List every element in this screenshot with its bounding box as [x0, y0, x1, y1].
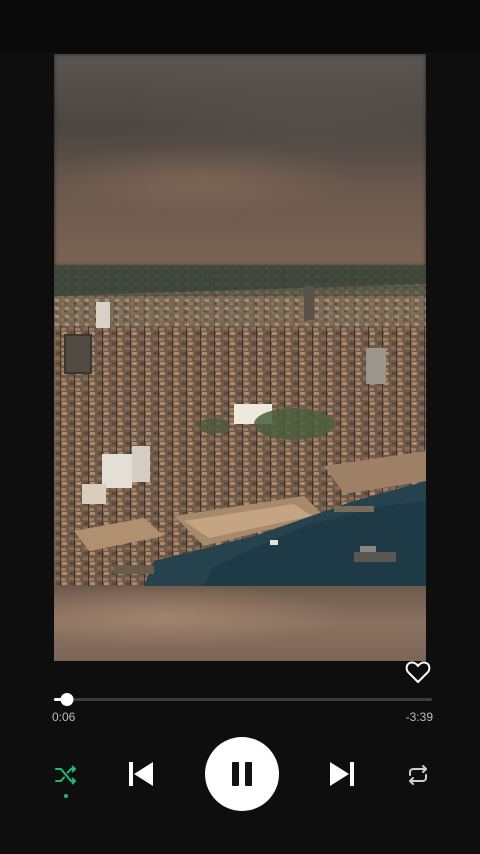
shuffle-icon[interactable] [52, 761, 80, 789]
progress-thumb[interactable] [60, 693, 74, 706]
progress-bar[interactable] [54, 693, 432, 706]
elapsed-time: 0:06 [52, 710, 76, 724]
player-screen: 0:06 -3:39 [0, 0, 480, 854]
pause-button[interactable] [205, 737, 279, 811]
pause-icon [232, 762, 252, 786]
skip-previous-icon[interactable] [124, 757, 158, 791]
remaining-time: -3:39 [405, 710, 433, 724]
artwork-canvas [54, 54, 426, 661]
album-artwork-city-aerial [54, 266, 426, 586]
artwork-blur-top [54, 54, 426, 266]
status-bar [0, 0, 480, 52]
skip-next-icon[interactable] [325, 757, 359, 791]
heart-outline-icon[interactable] [404, 659, 432, 685]
artwork-blur-bottom [54, 586, 426, 661]
playback-controls [0, 735, 480, 815]
repeat-icon[interactable] [404, 761, 432, 789]
shuffle-active-indicator [64, 794, 68, 798]
